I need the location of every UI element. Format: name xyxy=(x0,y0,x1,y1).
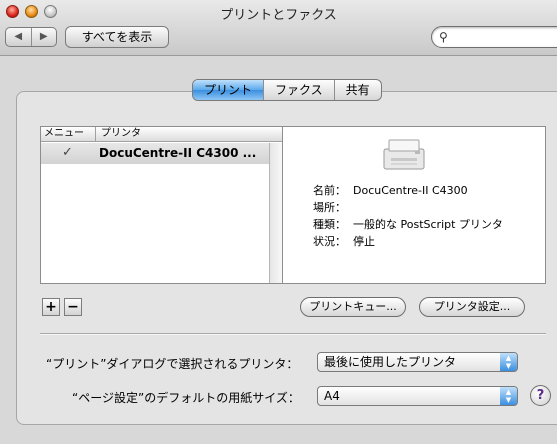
in-menu-checkbox[interactable]: ✓ xyxy=(62,145,73,160)
info-status-row: 状況： 停止 xyxy=(313,233,375,249)
help-button[interactable]: ? xyxy=(530,385,551,406)
tab-sharing[interactable]: 共有 xyxy=(335,80,381,100)
printer-row[interactable]: ✓ DocuCentre-II C4300 ... xyxy=(41,143,269,164)
tab-fax[interactable]: ファクス xyxy=(264,80,335,100)
paper-size-label: “ページ設定”のデフォルトの用紙サイズ： xyxy=(72,391,300,405)
search-icon: ⚲ xyxy=(439,30,448,44)
back-forward-control: ◀ ▶ xyxy=(5,27,57,47)
tab-bar: プリント ファクス 共有 xyxy=(192,79,382,101)
info-location-label: 場所： xyxy=(313,201,346,214)
printer-setup-button[interactable]: プリンタ設定... xyxy=(419,297,525,317)
info-name-value: DocuCentre-II C4300 xyxy=(353,184,468,197)
info-name-row: 名前： DocuCentre-II C4300 xyxy=(313,182,468,198)
info-kind-row: 種類： 一般的な PostScript プリンタ xyxy=(313,216,503,232)
show-all-button[interactable]: すべてを表示 xyxy=(65,26,169,48)
popup-arrows-icon: ▲ ▼ xyxy=(500,353,517,371)
printer-list-scrollbar[interactable] xyxy=(269,143,282,283)
column-header-printer[interactable]: プリンタ xyxy=(95,127,141,141)
paper-size-popup[interactable]: A4 ▲ ▼ xyxy=(317,386,518,406)
back-arrow-icon[interactable]: ◀ xyxy=(6,28,32,46)
title-bar: プリントとファクス ◀ ▶ すべてを表示 ⚲ xyxy=(0,0,557,56)
popup-arrows-icon: ▲ ▼ xyxy=(500,387,517,405)
printer-info-pane: 名前： DocuCentre-II C4300 場所： 種類： 一般的な PostS… xyxy=(283,126,546,284)
remove-printer-button[interactable]: − xyxy=(64,298,82,316)
search-field[interactable]: ⚲ xyxy=(431,26,557,48)
selected-printer-value: 最後に使用したプリンタ xyxy=(324,355,457,369)
print-queue-button[interactable]: プリントキュー... xyxy=(300,297,406,317)
printer-list: メニュー プリンタ ✓ DocuCentre-II C4300 ... xyxy=(40,126,283,284)
forward-arrow-icon[interactable]: ▶ xyxy=(32,28,57,46)
printer-list-header: メニュー プリンタ xyxy=(41,127,282,142)
window-title: プリントとファクス xyxy=(220,8,337,23)
paper-size-value: A4 xyxy=(324,389,340,403)
tab-print[interactable]: プリント xyxy=(193,80,265,100)
search-input[interactable] xyxy=(454,29,557,45)
info-location-row: 場所： xyxy=(313,199,353,215)
printer-icon xyxy=(383,139,425,170)
info-status-label: 状況： xyxy=(313,235,346,248)
info-status-value: 停止 xyxy=(353,235,375,248)
info-kind-label: 種類： xyxy=(313,218,346,231)
selected-printer-popup[interactable]: 最後に使用したプリンタ ▲ ▼ xyxy=(317,352,518,372)
printer-name: DocuCentre-II C4300 ... xyxy=(99,146,257,160)
column-header-menu[interactable]: メニュー xyxy=(44,127,84,141)
divider xyxy=(40,333,546,335)
selected-printer-label: “プリント”ダイアログで選択されるプリンタ： xyxy=(46,357,299,371)
info-name-label: 名前： xyxy=(313,184,346,197)
add-printer-button[interactable]: + xyxy=(42,298,60,316)
info-kind-value: 一般的な PostScript プリンタ xyxy=(353,218,503,231)
